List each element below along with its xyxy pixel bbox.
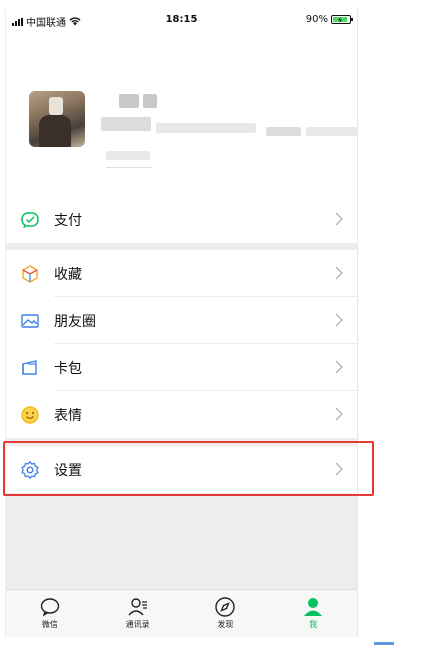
menu-item-moments[interactable]: 朋友圈: [6, 297, 357, 344]
chevron-right-icon: [335, 407, 343, 421]
status-right: 90%: [305, 14, 353, 25]
menu-label-cards: 卡包: [54, 361, 82, 377]
corner-mark: [374, 642, 394, 645]
avatar[interactable]: [29, 91, 85, 147]
tab-label-discover: 发现: [217, 620, 234, 629]
tab-contacts[interactable]: 通讯录: [94, 590, 182, 637]
menu-label-moments: 朋友圈: [54, 314, 96, 330]
chevron-right-icon: [335, 360, 343, 374]
menu-label-stickers: 表情: [54, 408, 82, 424]
cube-icon: [22, 265, 38, 283]
contacts-icon: [128, 598, 147, 616]
battery-icon: [331, 15, 353, 24]
tab-label-me: 我: [309, 620, 318, 629]
status-underline: [106, 167, 152, 168]
blurred-status-line: [106, 151, 150, 160]
tab-discover[interactable]: 发现: [182, 590, 270, 637]
status-time: 18:15: [165, 14, 198, 25]
profile-header[interactable]: [6, 31, 357, 196]
blurred-wechat-id: [101, 117, 151, 131]
tab-label-contacts: 通讯录: [125, 620, 150, 629]
blurred-extra: [306, 127, 357, 136]
highlight-annotation: [3, 441, 374, 496]
tab-chats[interactable]: 微信: [6, 590, 94, 637]
compass-icon: [215, 597, 236, 617]
blurred-status: [266, 127, 301, 136]
battery-percent: 90%: [305, 14, 328, 25]
chevron-right-icon: [335, 266, 343, 280]
menu-item-stickers[interactable]: 表情: [6, 391, 357, 438]
status-bar: 中国联通 18:15 90%: [6, 9, 357, 31]
smiley-icon: [21, 406, 39, 424]
blurred-nickname-part: [143, 94, 157, 108]
menu-item-favorites[interactable]: 收藏: [6, 250, 357, 297]
menu-group-main: 收藏 朋友圈 卡包 表情: [6, 250, 357, 438]
tab-bar: 微信 通讯录 发现 我: [6, 589, 357, 637]
tab-me[interactable]: 我: [269, 590, 357, 637]
menu-item-cards[interactable]: 卡包: [6, 344, 357, 391]
blurred-wechat-id-part: [156, 123, 256, 133]
blurred-nickname: [119, 94, 139, 108]
tab-label-chats: 微信: [41, 620, 58, 629]
pay-icon: [21, 212, 39, 229]
chevron-right-icon: [335, 313, 343, 327]
chevron-right-icon: [335, 212, 343, 226]
menu-label-favorites: 收藏: [54, 267, 82, 283]
menu-item-pay[interactable]: 支付: [6, 196, 357, 243]
wallet-icon: [22, 360, 37, 375]
phone-screen: 中国联通 18:15 90% 支付 收藏 朋友圈 卡包 表情 设置 微信 通讯录…: [5, 9, 358, 637]
menu-group-pay: 支付: [6, 196, 357, 243]
person-icon: [304, 598, 323, 616]
image-icon: [21, 314, 39, 328]
chat-bubble-icon: [40, 598, 60, 617]
menu-label-pay: 支付: [54, 213, 82, 229]
